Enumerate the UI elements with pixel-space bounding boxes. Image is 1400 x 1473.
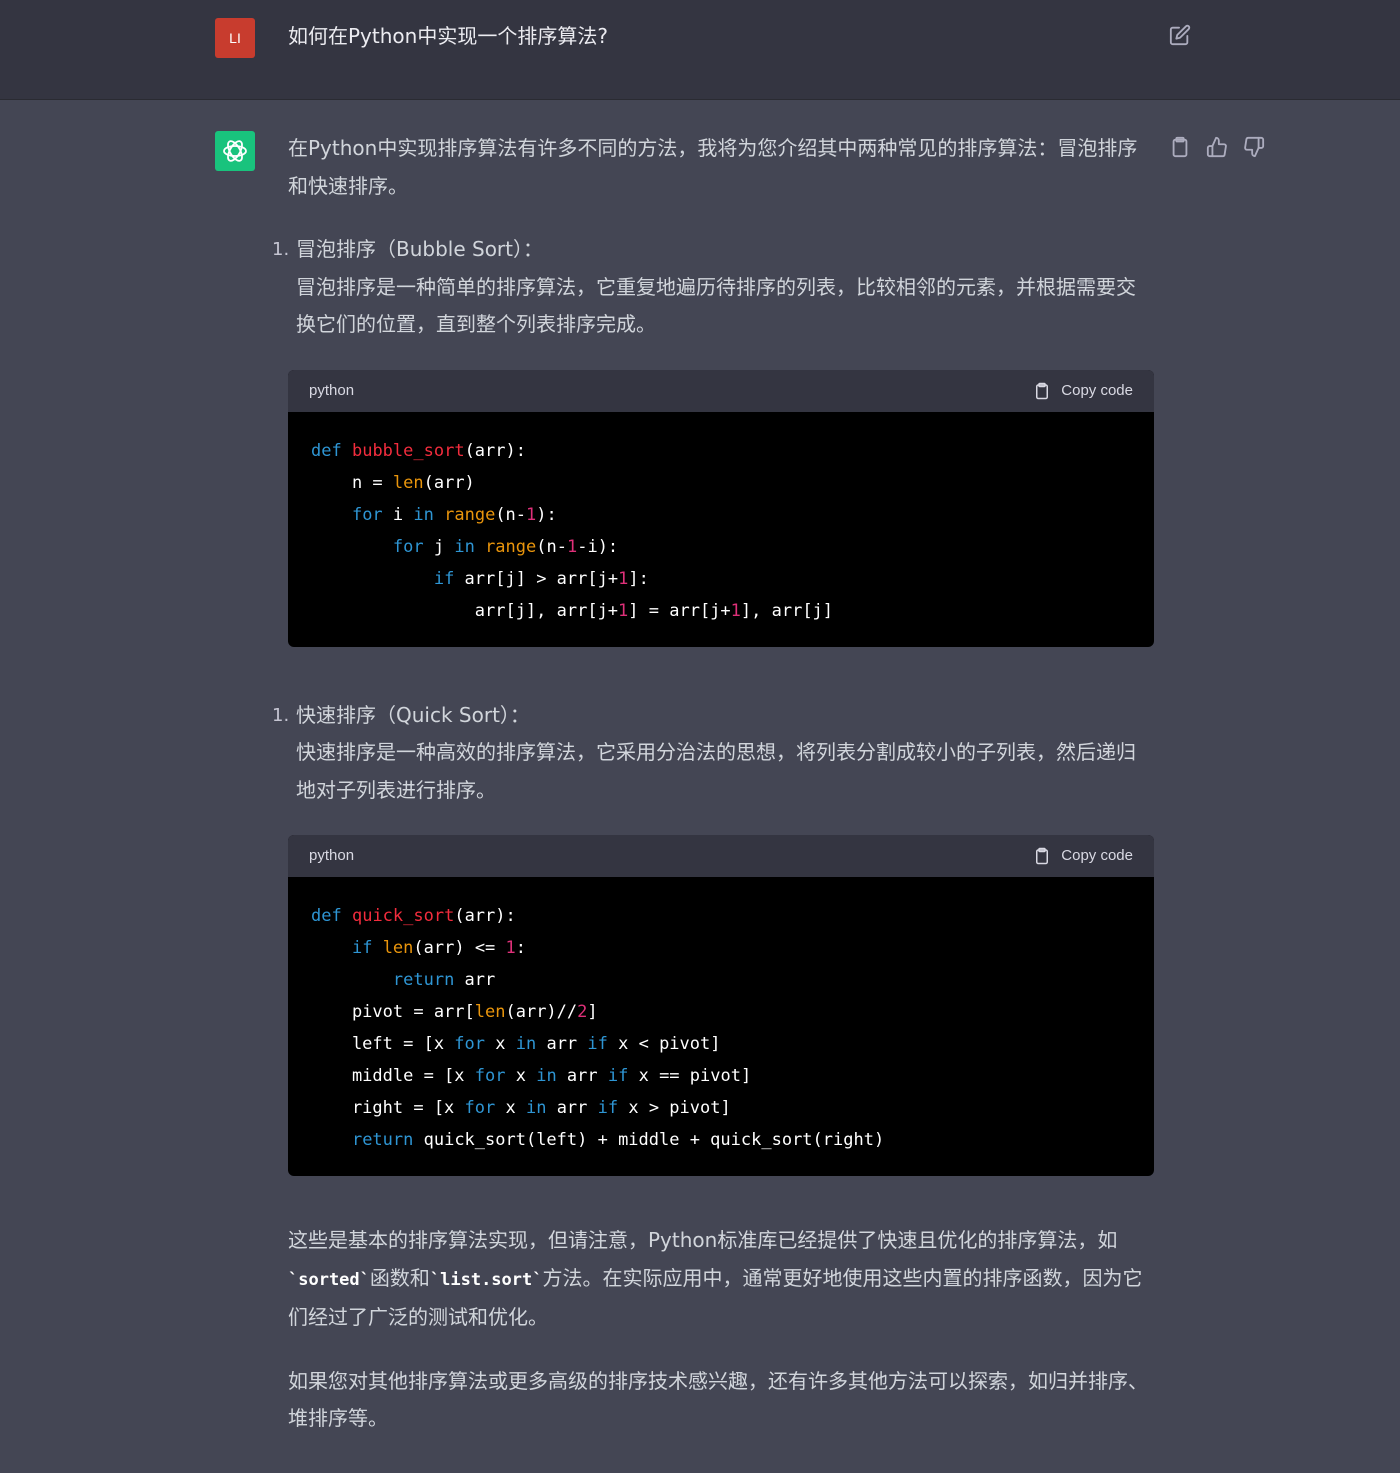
code-line: left = [x for x in arr if x < pivot] xyxy=(311,1034,721,1054)
code-line: def bubble_sort(arr): xyxy=(311,440,526,461)
inline-code-list-sort: `list.sort` xyxy=(429,1269,543,1290)
code-block-quick-sort: python Copy code def quick_sort(arr): if… xyxy=(288,835,1154,1176)
code-line: return arr xyxy=(392,970,496,990)
clipboard-icon[interactable] xyxy=(1169,136,1191,158)
copy-code-label: Copy code xyxy=(1061,847,1133,865)
inline-code-sorted: `sorted` xyxy=(288,1269,370,1290)
list-number: 1. xyxy=(272,239,290,260)
list-number: 1. xyxy=(272,704,290,726)
closing-text: 函数和 xyxy=(369,1265,430,1290)
copy-code-button[interactable]: Copy code xyxy=(1033,837,1133,875)
edit-icon[interactable] xyxy=(1169,24,1191,46)
copy-code-label: Copy code xyxy=(1061,381,1133,399)
code-header: python Copy code xyxy=(288,835,1154,877)
list-item-bubble-sort: 1. 冒泡排序（Bubble Sort）： 冒泡排序是一种简单的排序算法，它重复… xyxy=(272,231,1154,344)
code-line: middle = [x for x in arr if x == pivot] xyxy=(311,1066,752,1086)
user-question-text: 如何在Python中实现一个排序算法? xyxy=(288,24,608,48)
code-line: for i in range(n-1): xyxy=(351,504,557,525)
clipboard-icon xyxy=(1036,847,1049,865)
copy-code-button[interactable]: Copy code xyxy=(1033,372,1133,410)
intro-paragraph: 在Python中实现排序算法有许多不同的方法，我将为您介绍其中两种常见的排序算法… xyxy=(288,136,1138,198)
code-language-label: python xyxy=(309,381,355,399)
code-line: right = [x for x in arr if x > pivot] xyxy=(311,1098,731,1118)
code-body: def quick_sort(arr): if len(arr) <= 1: r… xyxy=(288,877,1154,1176)
closing-paragraph-1: 这些是基本的排序算法实现，但请注意，Python标准库已经提供了快速且优化的排序… xyxy=(288,1222,1154,1337)
section-title: 冒泡排序（Bubble Sort）： xyxy=(296,237,544,261)
code-line: arr[j], arr[j+1] = arr[j+1], arr[j] xyxy=(311,600,834,621)
section-title: 快速排序（Quick Sort）： xyxy=(296,702,530,727)
user-message-row: LI 如何在Python中实现一个排序算法? xyxy=(0,0,1400,100)
list-item-quick-sort: 1. 快速排序（Quick Sort）： 快速排序是一种高效的排序算法，它采用分… xyxy=(272,697,1154,810)
closing-paragraph-2: 如果您对其他排序算法或更多高级的排序技术感兴趣，还有许多其他方法可以探索，如归并… xyxy=(288,1368,1148,1431)
code-line: if arr[j] > arr[j+1]: xyxy=(433,568,649,589)
section-description: 快速排序是一种高效的排序算法，它采用分治法的思想，将列表分割成较小的子列表，然后… xyxy=(296,740,1136,802)
thumbs-up-icon[interactable] xyxy=(1206,136,1228,158)
code-line: n = len(arr) xyxy=(311,472,475,493)
code-header: python Copy code xyxy=(288,369,1154,412)
code-line: return quick_sort(left) + middle + quick… xyxy=(351,1130,885,1150)
clipboard-icon xyxy=(1036,382,1049,399)
thumbs-down-icon[interactable] xyxy=(1243,136,1265,158)
code-line: for j in range(n-1-i): xyxy=(392,536,619,557)
closing-text: 这些是基本的排序算法实现，但请注意，Python标准库已经提供了快速且优化的排序… xyxy=(288,1228,1118,1252)
code-line: if len(arr) <= 1: xyxy=(351,938,527,958)
assistant-response: 在Python中实现排序算法有许多不同的方法，我将为您介绍其中两种常见的排序算法… xyxy=(272,130,1154,1438)
code-line: pivot = arr[len(arr)//2] xyxy=(311,1002,598,1022)
section-description: 冒泡排序是一种简单的排序算法，它重复地遍历待排序的列表，比较相邻的元素，并根据需… xyxy=(296,274,1136,337)
code-body: def bubble_sort(arr): n = len(arr) for i… xyxy=(288,412,1154,647)
code-block-bubble-sort: python Copy code def bubble_sort(arr): n… xyxy=(288,369,1154,647)
assistant-avatar xyxy=(215,131,255,171)
code-line: def quick_sort(arr): xyxy=(311,906,516,926)
message-actions xyxy=(1169,136,1265,158)
user-avatar: LI xyxy=(215,18,255,58)
openai-logo-icon xyxy=(223,140,247,162)
code-language-label: python xyxy=(309,847,355,865)
